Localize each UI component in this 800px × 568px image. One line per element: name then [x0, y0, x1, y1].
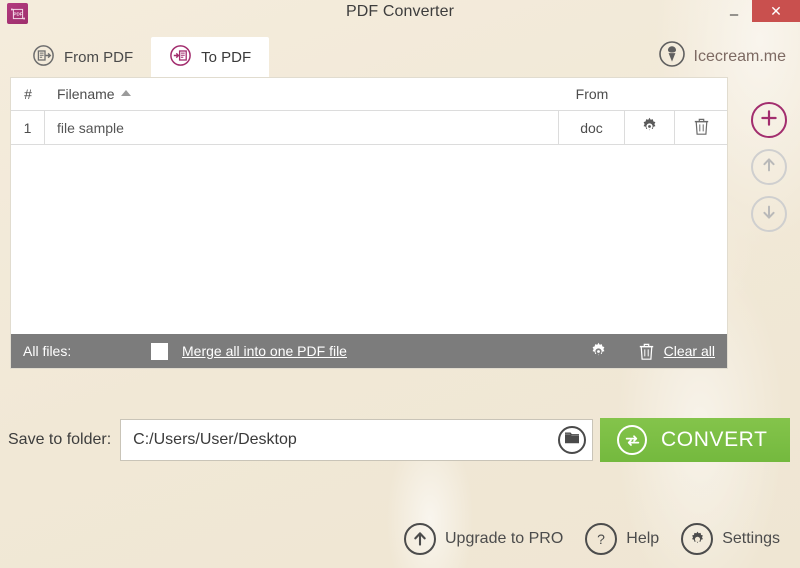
- convert-button-label: CONVERT: [661, 428, 768, 451]
- file-panel-footer: All files: Merge all into one PDF file C…: [11, 334, 727, 368]
- convert-button[interactable]: CONVERT: [600, 418, 790, 462]
- column-header-filename-label: Filename: [57, 86, 115, 102]
- gear-icon: [681, 523, 714, 555]
- brand-label: Icecream.me: [693, 47, 786, 65]
- question-mark-icon: ?: [585, 523, 618, 555]
- folder-icon: [564, 431, 580, 450]
- all-files-settings-button[interactable]: [589, 342, 608, 361]
- row-number: 1: [11, 111, 45, 144]
- merge-files-checkbox[interactable]: [151, 342, 168, 360]
- save-to-folder-label: Save to folder:: [8, 431, 112, 448]
- column-header-from: From: [575, 86, 609, 102]
- tab-from-pdf[interactable]: From PDF: [14, 37, 151, 77]
- plus-icon: [759, 108, 779, 133]
- row-source-format: doc: [559, 111, 625, 144]
- brand-link[interactable]: Icecream.me: [658, 40, 786, 73]
- merge-files-label[interactable]: Merge all into one PDF file: [182, 343, 347, 359]
- trash-icon: [693, 117, 710, 139]
- column-header-number: #: [24, 86, 32, 102]
- tab-strip: From PDF To PDF Icecream.me: [0, 30, 800, 77]
- add-files-button[interactable]: [751, 102, 787, 138]
- column-header-filename[interactable]: Filename: [45, 86, 559, 102]
- all-files-label: All files:: [23, 343, 72, 359]
- pdf-app-icon: PDF: [7, 3, 28, 24]
- side-action-buttons: [738, 77, 800, 232]
- tab-from-pdf-label: From PDF: [64, 48, 134, 66]
- move-up-button[interactable]: [751, 149, 787, 185]
- title-bar: PDF PDF Converter – ✕: [0, 0, 800, 30]
- file-table-header: # Filename From: [11, 78, 727, 111]
- file-list-area: # Filename From 1 file sample doc All fi…: [0, 77, 800, 369]
- bottom-toolbar: Upgrade to PRO ? Help Settings: [0, 523, 800, 555]
- tab-to-pdf[interactable]: To PDF: [151, 37, 270, 77]
- help-button[interactable]: ? Help: [585, 523, 659, 555]
- all-files-delete-button[interactable]: [638, 342, 655, 361]
- clear-all-button[interactable]: Clear all: [664, 343, 715, 359]
- close-button[interactable]: ✕: [752, 0, 800, 22]
- save-to-folder-row: Save to folder: CONVERT: [0, 418, 800, 462]
- minimize-button[interactable]: –: [716, 0, 752, 22]
- from-pdf-icon: [32, 44, 55, 71]
- svg-text:?: ?: [597, 531, 605, 547]
- table-row[interactable]: 1 file sample doc: [11, 111, 727, 145]
- arrow-up-icon: [404, 523, 436, 555]
- row-filename: file sample: [45, 111, 559, 144]
- settings-button[interactable]: Settings: [681, 523, 780, 555]
- sort-ascending-icon: [120, 90, 131, 96]
- browse-folder-button[interactable]: [558, 426, 586, 454]
- row-settings-button[interactable]: [625, 111, 675, 144]
- output-folder-field[interactable]: [120, 419, 593, 461]
- settings-label: Settings: [722, 530, 780, 547]
- arrow-down-icon: [760, 203, 778, 226]
- window-title: PDF Converter: [346, 3, 454, 20]
- tab-to-pdf-label: To PDF: [201, 48, 252, 66]
- convert-refresh-icon: [617, 425, 647, 455]
- arrow-up-icon: [760, 156, 778, 179]
- row-delete-button[interactable]: [675, 111, 727, 144]
- window-controls: – ✕: [716, 0, 800, 22]
- help-label: Help: [626, 530, 660, 547]
- gear-icon: [640, 117, 659, 139]
- file-table-body: 1 file sample doc: [11, 111, 727, 334]
- upgrade-to-pro-button[interactable]: Upgrade to PRO: [404, 523, 563, 555]
- file-list-panel: # Filename From 1 file sample doc All fi…: [10, 77, 728, 369]
- ice-cream-cone-icon: [658, 40, 686, 73]
- to-pdf-icon: [169, 44, 192, 71]
- output-folder-input[interactable]: [133, 431, 558, 449]
- svg-text:PDF: PDF: [13, 11, 22, 16]
- move-down-button[interactable]: [751, 196, 787, 232]
- upgrade-to-pro-label: Upgrade to PRO: [445, 530, 564, 547]
